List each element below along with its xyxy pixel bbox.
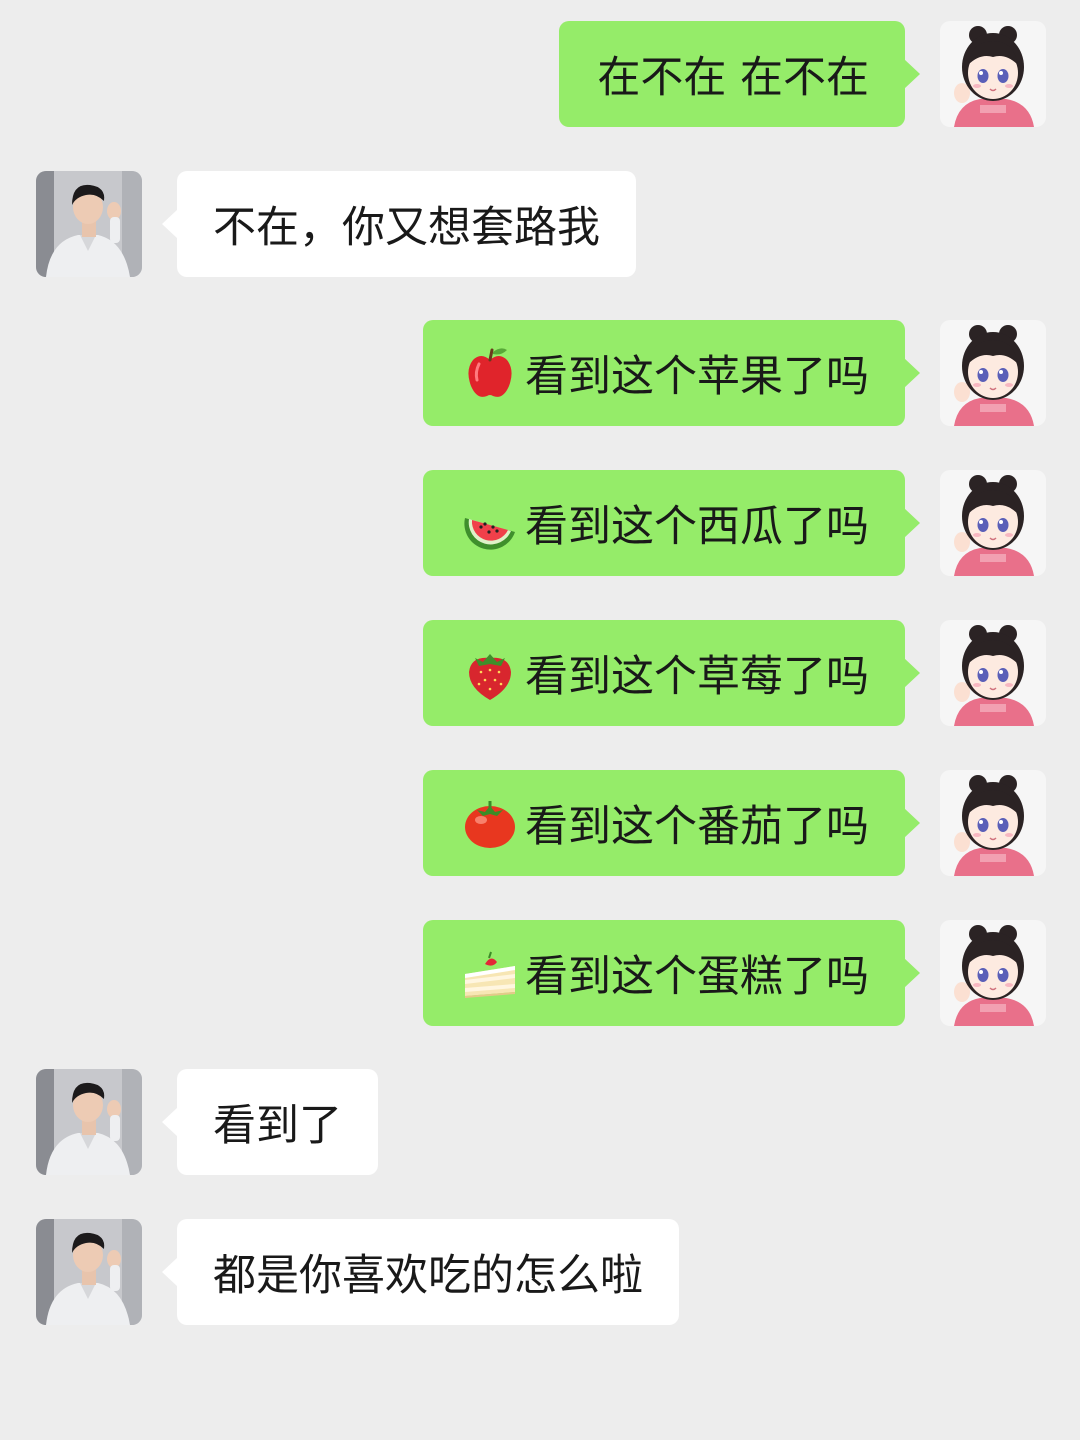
watermelon-icon <box>461 494 519 552</box>
message-row-sent: 在不在 在不在 <box>0 21 1080 127</box>
message-text: 看到了 <box>213 1101 342 1151</box>
my-avatar[interactable] <box>940 920 1046 1026</box>
apple-icon <box>461 344 519 402</box>
my-avatar[interactable] <box>940 21 1046 127</box>
message-bubble-received[interactable]: 都是你喜欢吃的怎么啦 <box>162 1219 679 1325</box>
strawberry-icon <box>461 644 519 702</box>
message-row-sent: 看到这个番茄了吗 <box>0 770 1080 876</box>
message-row-sent: 看到这个蛋糕了吗 <box>0 920 1080 1026</box>
message-text: 看到这个草莓了吗 <box>525 652 869 702</box>
message-text: 看到这个苹果了吗 <box>525 352 869 402</box>
message-bubble-received[interactable]: 看到了 <box>162 1069 378 1175</box>
tomato-icon <box>461 794 519 852</box>
message-bubble-received[interactable]: 不在，你又想套路我 <box>162 171 636 277</box>
chat-message-list: 在不在 在不在 不在，你又想套路我 看到这个苹果了吗 看到这个西瓜了吗 看到这个… <box>0 0 1080 1440</box>
message-text: 看到这个蛋糕了吗 <box>525 952 869 1002</box>
my-avatar[interactable] <box>940 620 1046 726</box>
message-row-received: 看到了 <box>0 1069 1080 1175</box>
contact-avatar[interactable] <box>36 171 142 277</box>
cake-icon <box>461 944 519 1002</box>
message-bubble-sent[interactable]: 在不在 在不在 <box>559 21 920 127</box>
message-bubble-sent[interactable]: 看到这个蛋糕了吗 <box>423 920 920 1026</box>
message-row-sent: 看到这个草莓了吗 <box>0 620 1080 726</box>
message-text: 看到这个番茄了吗 <box>525 802 869 852</box>
message-bubble-sent[interactable]: 看到这个番茄了吗 <box>423 770 920 876</box>
contact-avatar[interactable] <box>36 1219 142 1325</box>
message-bubble-sent[interactable]: 看到这个西瓜了吗 <box>423 470 920 576</box>
message-row-sent: 看到这个苹果了吗 <box>0 320 1080 426</box>
message-bubble-sent[interactable]: 看到这个苹果了吗 <box>423 320 920 426</box>
contact-avatar[interactable] <box>36 1069 142 1175</box>
my-avatar[interactable] <box>940 770 1046 876</box>
message-text: 看到这个西瓜了吗 <box>525 502 869 552</box>
message-text: 都是你喜欢吃的怎么啦 <box>213 1251 643 1301</box>
message-text: 在不在 在不在 <box>597 53 869 103</box>
message-row-received: 不在，你又想套路我 <box>0 171 1080 277</box>
message-row-sent: 看到这个西瓜了吗 <box>0 470 1080 576</box>
message-bubble-sent[interactable]: 看到这个草莓了吗 <box>423 620 920 726</box>
my-avatar[interactable] <box>940 320 1046 426</box>
message-text: 不在，你又想套路我 <box>213 203 600 253</box>
message-row-received: 都是你喜欢吃的怎么啦 <box>0 1219 1080 1325</box>
my-avatar[interactable] <box>940 470 1046 576</box>
